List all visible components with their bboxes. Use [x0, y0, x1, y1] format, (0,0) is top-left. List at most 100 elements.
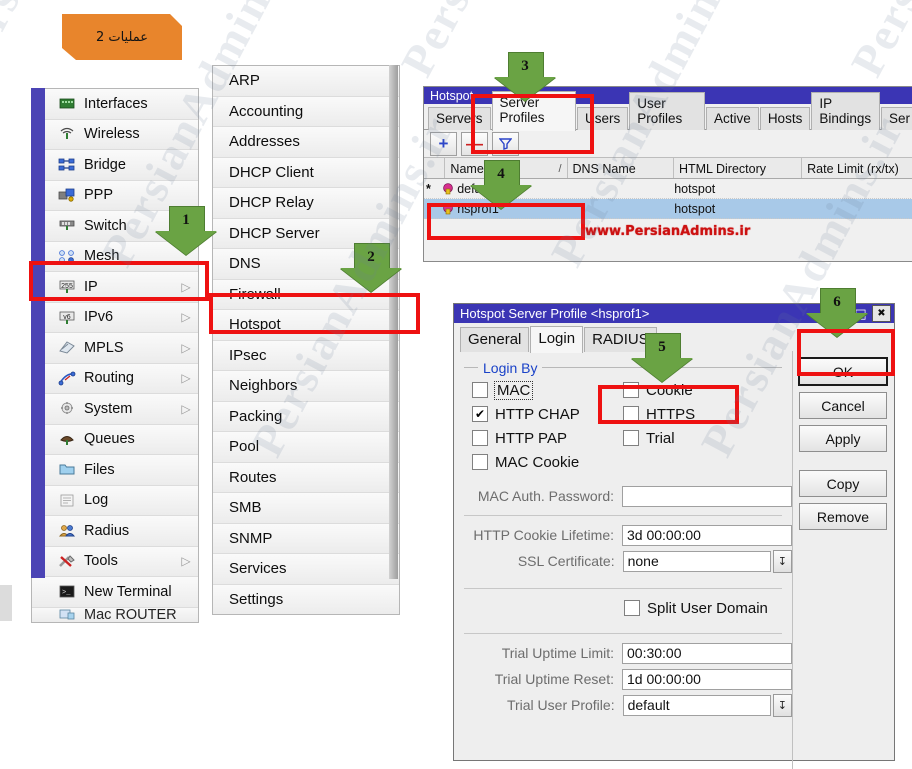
checkbox-box — [624, 600, 640, 616]
field-input[interactable]: 3d 00:00:00 — [622, 524, 792, 546]
ipv6-icon: v6 — [56, 308, 78, 326]
watermark-text: PersianAdmins.ir — [390, 0, 614, 85]
sidebar-item-bridge[interactable]: Bridge — [32, 150, 198, 181]
column-header-rate-limit-rx-tx-[interactable]: Rate Limit (rx/tx) — [802, 158, 912, 178]
wireless-icon — [60, 127, 74, 139]
ip-menu-item-settings[interactable]: Settings — [213, 584, 399, 614]
row-html-directory-cell: hotspot — [674, 181, 716, 196]
sidebar-item-interfaces[interactable]: Interfaces — [32, 89, 198, 120]
copy-button[interactable]: Copy — [799, 470, 887, 497]
field-input[interactable]: 1d 00:00:00 — [622, 668, 792, 690]
ip-menu-item-smb[interactable]: SMB — [213, 493, 399, 524]
sidebar-item-files[interactable]: Files — [32, 455, 198, 486]
filter-button[interactable] — [492, 131, 519, 156]
checkbox-split-user-domain[interactable]: Split User Domain — [624, 595, 792, 621]
ip-menu-item-addresses[interactable]: Addresses — [213, 127, 399, 158]
sidebar-item-mpls[interactable]: MPLS ▷ — [32, 333, 198, 364]
column-header-html-directory[interactable]: HTML Directory — [674, 158, 803, 178]
ip-icon: 255 — [59, 280, 75, 294]
ip-menu-item-pool[interactable]: Pool — [213, 432, 399, 463]
dialog-title: Hotspot Server Profile <hsprof1> — [460, 306, 650, 321]
dialog-tab-login[interactable]: Login — [530, 326, 584, 353]
divider — [464, 515, 782, 516]
hotspot-tab-active[interactable]: Active — [706, 107, 759, 130]
sidebar-item-queues[interactable]: Queues — [32, 424, 198, 455]
hotspot-tab-user-profiles[interactable]: User Profiles — [629, 92, 706, 130]
chevron-right-icon: ▷ — [181, 554, 191, 569]
ip-menu-item-arp[interactable]: ARP — [213, 66, 399, 97]
hotspot-tab-users[interactable]: Users — [577, 107, 629, 130]
checkbox-http-pap[interactable]: HTTP PAP — [472, 426, 623, 450]
ppp-icon — [58, 188, 75, 202]
column-header-label: HTML Directory — [678, 162, 767, 176]
dropdown-arrow-icon[interactable]: ↧ — [772, 549, 792, 573]
column-header-dns-name[interactable]: DNS Name — [568, 158, 674, 178]
ip-menu-item-hotspot[interactable]: Hotspot — [213, 310, 399, 341]
field-input[interactable]: default — [622, 694, 771, 716]
field-input[interactable]: none — [622, 550, 771, 572]
mac-router-icon — [56, 608, 78, 622]
checkbox-label: Trial — [646, 429, 675, 447]
field-label: SSL Certificate: — [517, 553, 615, 569]
ip-menu-item-ipsec[interactable]: IPsec — [213, 340, 399, 371]
remove-button[interactable]: — — [461, 131, 488, 156]
column-header-label: DNS Name — [572, 162, 636, 176]
ip-menu-item-label: Neighbors — [229, 377, 298, 395]
sidebar-item-label: Log — [84, 492, 109, 509]
sidebar-item-new-terminal[interactable]: >_ New Terminal — [32, 577, 198, 608]
checkbox-label: MAC Cookie — [495, 453, 580, 471]
hotspot-tab-ip-bindings[interactable]: IP Bindings — [811, 92, 880, 130]
sidebar-item-label: Files — [84, 461, 115, 478]
hotspot-tab-hosts[interactable]: Hosts — [759, 107, 811, 130]
hotspot-tab-servers[interactable]: Servers — [428, 107, 491, 130]
ip-menu-item-dhcp-client[interactable]: DHCP Client — [213, 157, 399, 188]
checkbox-https[interactable]: HTTPS — [623, 402, 772, 426]
sidebar-item-mac-router[interactable]: Mac ROUTER — [32, 607, 198, 622]
hotspot-tab-ser[interactable]: Ser — [880, 107, 912, 130]
add-button[interactable]: + — [430, 131, 457, 156]
checkbox-trial[interactable]: Trial — [623, 426, 772, 450]
ip-submenu-scrollbar[interactable] — [389, 65, 398, 579]
checkbox-mac-cookie[interactable]: MAC Cookie — [472, 450, 623, 474]
ip-menu-item-services[interactable]: Services — [213, 554, 399, 585]
dialog-button-column: OK Cancel Apply Copy Remove — [792, 351, 893, 769]
ip-menu-item-snmp[interactable]: SNMP — [213, 523, 399, 554]
cancel-button[interactable]: Cancel — [799, 392, 887, 419]
ip-menu-item-label: Pool — [229, 438, 260, 456]
checkbox-mac[interactable]: MAC — [472, 378, 623, 402]
checkbox-box: ✔ — [472, 406, 488, 422]
field-input[interactable]: 00:30:00 — [622, 642, 792, 664]
ok-button[interactable]: OK — [798, 357, 888, 386]
grid-flag-column — [424, 158, 446, 178]
sidebar-item-label: Interfaces — [84, 95, 148, 112]
ip-menu-item-routes[interactable]: Routes — [213, 462, 399, 493]
dropdown-arrow-icon[interactable]: ↧ — [772, 693, 792, 717]
ip-menu-item-neighbors[interactable]: Neighbors — [213, 371, 399, 402]
radius-icon — [58, 525, 76, 537]
apply-button[interactable]: Apply — [799, 425, 887, 452]
system-icon — [56, 400, 78, 418]
dialog-tab-general[interactable]: General — [460, 327, 530, 352]
ip-menu-item-accounting[interactable]: Accounting — [213, 96, 399, 127]
terminal-icon: >_ — [59, 585, 75, 598]
sidebar-item-log[interactable]: Log — [32, 485, 198, 516]
sidebar-item-system[interactable]: System ▷ — [32, 394, 198, 425]
sidebar-item-wireless[interactable]: Wireless — [32, 119, 198, 150]
remove-button[interactable]: Remove — [799, 503, 887, 530]
queues-icon — [56, 430, 78, 448]
ip-menu-item-label: Packing — [229, 407, 283, 425]
sidebar-item-ipv6[interactable]: v6 IPv6 ▷ — [32, 302, 198, 333]
sidebar-item-ip[interactable]: 255 IP ▷ — [32, 272, 198, 303]
close-icon[interactable]: ✖ — [872, 305, 891, 322]
step-banner: عملیات 2 — [62, 14, 182, 60]
field-input[interactable] — [622, 485, 792, 507]
chevron-right-icon: ▷ — [181, 401, 191, 416]
sidebar-item-label: MPLS — [84, 339, 124, 356]
sidebar-item-tools[interactable]: Tools ▷ — [32, 546, 198, 577]
sidebar-item-routing[interactable]: Routing ▷ — [32, 363, 198, 394]
sidebar-item-radius[interactable]: Radius — [32, 516, 198, 547]
ip-menu-item-label: Hotspot — [229, 316, 281, 334]
checkbox-http-chap[interactable]: ✔ HTTP CHAP — [472, 402, 623, 426]
ip-menu-item-dhcp-relay[interactable]: DHCP Relay — [213, 188, 399, 219]
ip-menu-item-packing[interactable]: Packing — [213, 401, 399, 432]
